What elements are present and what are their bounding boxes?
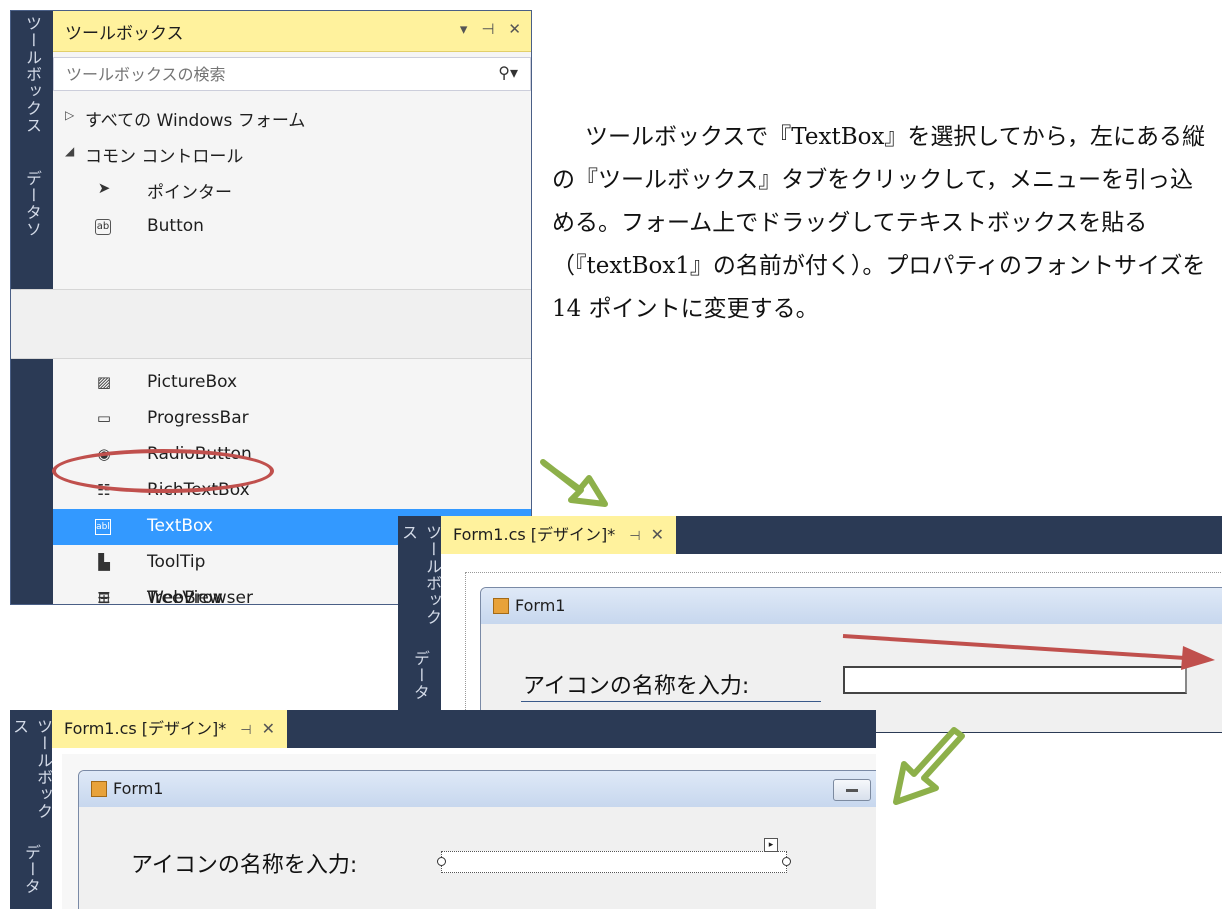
textbox-highlight-ellipse: [52, 449, 274, 493]
form-title: Form1: [515, 596, 566, 615]
toolbox-item-button[interactable]: ab Button: [53, 209, 531, 245]
toolbox-item-picturebox[interactable]: ▨ PictureBox: [53, 365, 531, 401]
expand-arrow-icon[interactable]: ▷: [65, 108, 74, 122]
label-icon-name[interactable]: アイコンの名称を入力:: [131, 847, 357, 879]
form1-window[interactable]: Form1 アイコンの名称を入力: ▸: [78, 770, 876, 909]
pin-icon[interactable]: ⊣: [629, 529, 640, 544]
designer2-tab-bar: Form1.cs [デザイン]* ⊣ ✕: [52, 710, 876, 748]
resize-handle-left[interactable]: [437, 857, 446, 866]
textbox-icon: abl: [95, 519, 111, 535]
toolbox-title-bar: ツールボックス ▾ ⊣ ✕: [53, 11, 531, 52]
group-all-windows-forms[interactable]: ▷ すべての Windows フォーム: [53, 99, 531, 135]
picturebox-icon: ▨: [96, 373, 112, 391]
instruction-text: ツールボックスで『TextBox』を選択してから，左にある縦の『ツールボックス』…: [552, 124, 1206, 322]
button-icon: ab: [95, 219, 111, 235]
green-arrow-right-down: [540, 459, 608, 507]
tooltip-icon: ▙: [98, 553, 110, 571]
close-icon[interactable]: ✕: [508, 20, 521, 38]
red-drag-arrow: [842, 634, 1215, 670]
designer2-side-tab-strip: ツールボックス データ: [10, 710, 53, 909]
toolbox-title: ツールボックス: [65, 24, 184, 44]
dropdown-icon[interactable]: ▾: [460, 20, 468, 38]
form1-client-area[interactable]: アイコンの名称を入力: ▸: [79, 807, 876, 909]
side-tab-datasource[interactable]: データソ: [11, 166, 53, 276]
pointer-icon: ➤: [97, 179, 111, 197]
designer-window-1: ツールボックス データ Form1.cs [デザイン]* ⊣ ✕ Form1 アイコ…: [398, 516, 1222, 733]
label-icon-name[interactable]: アイコンの名称を入力:: [523, 668, 749, 700]
designer1-side-tab-strip: ツールボックス データ: [399, 516, 442, 732]
pin-icon[interactable]: ⊣: [481, 20, 494, 38]
group-common-controls[interactable]: ◢ コモン コントロール: [53, 135, 531, 171]
form1-title-bar: Form1: [481, 588, 1222, 624]
pin-icon[interactable]: ⊣: [240, 723, 251, 738]
textbox1[interactable]: ▸: [437, 838, 791, 873]
minimize-button[interactable]: [833, 779, 871, 801]
designer-window-2: ツールボックス データ Form1.cs [デザイン]* ⊣ ✕ Form1 アイコ…: [10, 710, 876, 909]
collapse-arrow-icon[interactable]: ◢: [65, 144, 74, 158]
designer1-tab-bar: Form1.cs [デザイン]* ⊣ ✕: [441, 516, 1222, 554]
form-icon: [91, 781, 107, 797]
side-tab-toolbox[interactable]: ツールボックス: [11, 11, 53, 161]
progressbar-icon: ▭: [96, 409, 112, 427]
side-tab-toolbox[interactable]: ツールボックス: [399, 520, 442, 640]
search-input[interactable]: [64, 64, 448, 85]
close-icon[interactable]: ✕: [651, 525, 664, 544]
tab-form1-design[interactable]: Form1.cs [デザイン]* ⊣ ✕: [441, 516, 677, 554]
toolbox-item-progressbar[interactable]: ▭ ProgressBar: [53, 401, 531, 437]
form1-title-bar: Form1: [79, 771, 876, 807]
tab-form1-design[interactable]: Form1.cs [デザイン]* ⊣ ✕: [52, 710, 288, 748]
search-icon[interactable]: ⚲▾: [498, 63, 518, 82]
toolbox-item-pointer[interactable]: ➤ ポインター: [53, 171, 531, 207]
resize-handle-right[interactable]: [782, 857, 791, 866]
side-tab-data[interactable]: データ: [10, 840, 52, 909]
webbrowser-icon: ⊞: [97, 589, 111, 605]
smart-tag-icon[interactable]: ▸: [764, 838, 778, 852]
side-tab-toolbox[interactable]: ツールボックス: [10, 714, 53, 834]
toolbox-search-box[interactable]: ⚲▾: [53, 57, 531, 91]
design-surface[interactable]: Form1 アイコンの名称を入力: ▸: [62, 754, 876, 909]
form-title: Form1: [113, 779, 164, 798]
label-underline: [521, 701, 821, 702]
form-icon: [493, 598, 509, 614]
close-icon[interactable]: ✕: [262, 719, 275, 738]
green-arrow-left-down: [893, 727, 965, 805]
